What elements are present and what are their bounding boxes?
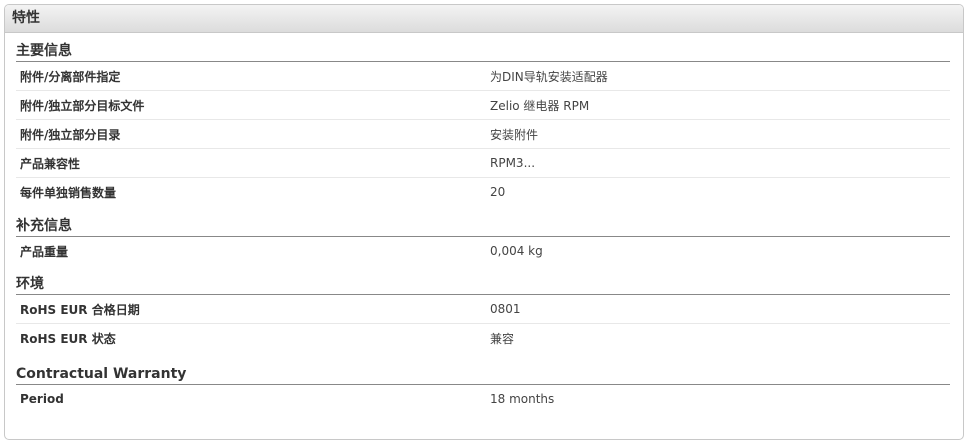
table-row: 每件单独销售数量 20: [16, 178, 950, 206]
row-value: 兼容: [490, 331, 515, 346]
row-value: RPM3...: [490, 156, 536, 170]
row-value: 安装附件: [490, 127, 539, 142]
table-row: 产品重量 0,004 kg: [16, 237, 950, 265]
row-label: 附件/独立部分目录: [20, 127, 121, 142]
section-supplementary-info: 补充信息 产品重量 0,004 kg: [16, 217, 950, 265]
section-title: Contractual Warranty: [16, 365, 950, 385]
row-value: 0,004 kg: [490, 244, 543, 258]
section-title: 主要信息: [16, 42, 950, 62]
table-row: 产品兼容性 RPM3...: [16, 149, 950, 178]
table-row: RoHS EUR 状态 兼容: [16, 324, 950, 352]
section-main-info: 主要信息 附件/分离部件指定 为DIN导轨安装适配器 附件/独立部分目标文件 Z…: [16, 42, 950, 206]
table-row: 附件/独立部分目录 安装附件: [16, 120, 950, 149]
row-label: 附件/独立部分目标文件: [20, 98, 145, 113]
row-label: 产品兼容性: [20, 156, 81, 171]
row-label: Period: [20, 392, 64, 406]
row-value: Zelio 继电器 RPM: [490, 98, 590, 113]
table-row: RoHS EUR 合格日期 0801: [16, 295, 950, 324]
row-value: 20: [490, 185, 506, 199]
panel-title: 特性: [5, 5, 963, 33]
section-contractual-warranty: Contractual Warranty Period 18 months: [16, 365, 950, 413]
row-label: RoHS EUR 状态: [20, 331, 116, 346]
table-row: 附件/独立部分目标文件 Zelio 继电器 RPM: [16, 91, 950, 120]
row-label: 每件单独销售数量: [20, 185, 117, 200]
section-title: 补充信息: [16, 217, 950, 237]
row-value: 18 months: [490, 392, 555, 406]
characteristics-panel: 特性 主要信息 附件/分离部件指定 为DIN导轨安装适配器 附件/独立部分目标文…: [4, 4, 964, 440]
row-label: RoHS EUR 合格日期: [20, 302, 140, 317]
table-row: 附件/分离部件指定 为DIN导轨安装适配器: [16, 62, 950, 91]
row-label: 产品重量: [20, 244, 69, 259]
section-title: 环境: [16, 275, 950, 295]
row-label: 附件/分离部件指定: [20, 69, 121, 84]
row-value: 为DIN导轨安装适配器: [490, 69, 608, 84]
row-value: 0801: [490, 302, 521, 316]
section-environment: 环境 RoHS EUR 合格日期 0801 RoHS EUR 状态 兼容: [16, 275, 950, 352]
table-row: Period 18 months: [16, 385, 950, 413]
